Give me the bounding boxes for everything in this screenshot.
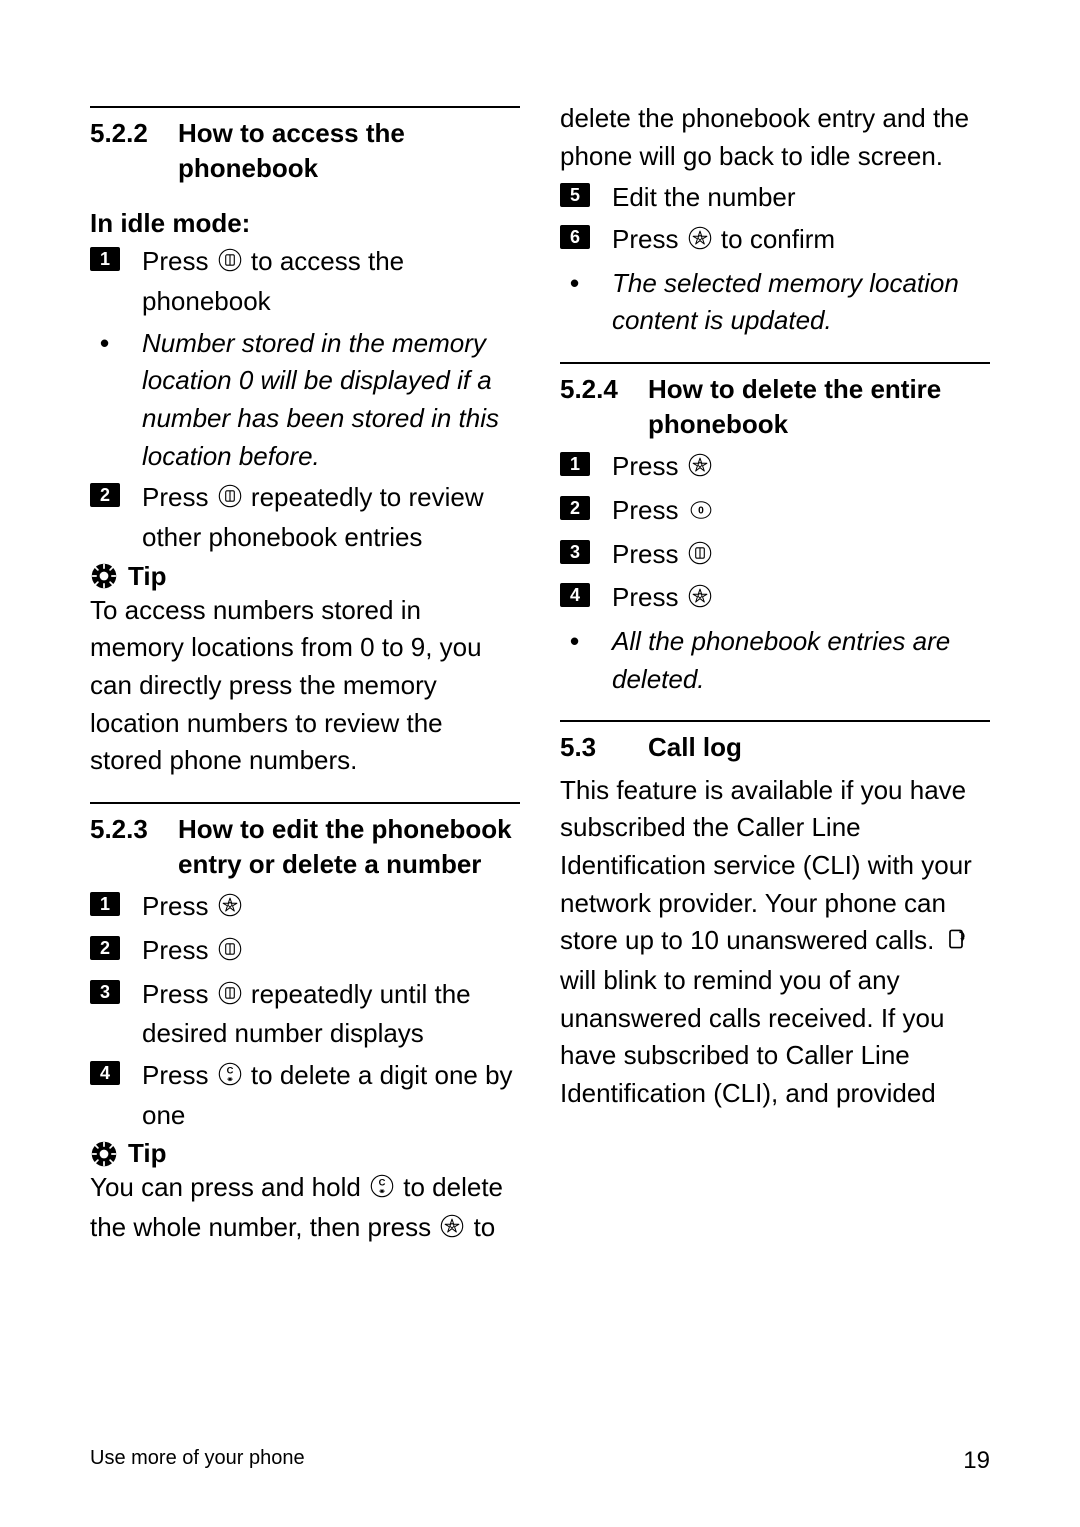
step-6: 6 Press to confirm [560,221,990,261]
step-5: 5 Edit the number [560,179,990,217]
section-rule [90,802,520,804]
step-badge: 4 [560,583,590,607]
note-text: Number stored in the memory location 0 w… [142,328,499,471]
step-2: 2 Press [560,492,990,532]
step-text: Press [142,246,216,276]
step-text: Press [142,482,216,512]
subhead-idle-mode: In idle mode: [90,208,520,239]
step-badge: 6 [560,225,590,249]
step-badge: 5 [560,183,590,207]
clear-key-icon [370,1171,394,1209]
heading-number: 5.2.3 [90,812,178,882]
phonebook-key-icon [218,978,242,1016]
body-text: This feature is available if you have su… [560,775,972,956]
tip-heading: Tip [90,1138,520,1169]
heading-5-2-4: 5.2.4 How to delete the entire phonebook [560,372,990,442]
step-3: 3 Press [560,536,990,576]
section-rule [560,720,990,722]
step-badge: 2 [560,496,590,520]
step-2: 2 Press [90,932,520,972]
note-text: All the phonebook entries are deleted. [612,626,950,694]
call-log-icon [944,924,968,962]
step-text: Press [612,582,686,612]
step-text: Press [142,979,216,1009]
phonebook-key-icon [218,245,242,283]
phonebook-key-icon [688,538,712,576]
bullet-icon: • [100,325,109,363]
step-4: 4 Press [560,579,990,619]
clear-key-icon [218,1059,242,1097]
step-badge: 1 [90,892,120,916]
step-1: 1 Press to access the phonebook [90,243,520,320]
program-key-icon [688,223,712,261]
heading-number: 5.3 [560,730,648,765]
step-badge: 3 [90,980,120,1004]
program-key-icon [440,1211,464,1249]
heading-number: 5.2.2 [90,116,178,186]
footer-left: Use more of your phone [90,1447,305,1475]
section-rule [560,362,990,364]
tip-label: Tip [128,561,167,592]
body-text: will blink to remind you of any unanswer… [560,965,944,1108]
phonebook-key-icon [218,934,242,972]
heading-title: How to access the phonebook [178,116,520,186]
step-text: Press [612,495,686,525]
bullet-note: • Number stored in the memory location 0… [90,325,520,476]
tip-icon [90,1140,118,1168]
step-badge: 1 [560,452,590,476]
heading-title: How to edit the phonebook entry or delet… [178,812,520,882]
note-text: The selected memory location content is … [612,268,959,336]
step-text: Edit the number [612,182,796,212]
phonebook-key-icon [218,481,242,519]
tip-heading: Tip [90,561,520,592]
step-1: 1 Press [560,448,990,488]
heading-5-2-2: 5.2.2 How to access the phonebook [90,116,520,186]
heading-5-2-3: 5.2.3 How to edit the phonebook entry or… [90,812,520,882]
step-text: Press [612,539,686,569]
step-badge: 4 [90,1061,120,1085]
heading-number: 5.2.4 [560,372,648,442]
page-number: 19 [963,1447,990,1475]
heading-title: Call log [648,730,990,765]
heading-title: How to delete the entire phonebook [648,372,990,442]
program-key-icon [688,581,712,619]
page-footer: Use more of your phone 19 [0,1447,1080,1475]
step-4: 4 Press to delete a digit one by one [90,1057,520,1134]
step-text: Press [612,224,686,254]
tip-label: Tip [128,1138,167,1169]
step-badge: 1 [90,247,120,271]
step-text: to confirm [721,224,835,254]
bullet-icon: • [570,623,579,661]
step-text: Press [142,935,216,965]
step-text: Press [612,451,686,481]
section-body: This feature is available if you have su… [560,772,990,1113]
step-badge: 3 [560,540,590,564]
zero-key-icon [688,494,714,532]
tip-body: To access numbers stored in memory locat… [90,592,520,780]
bullet-note: • The selected memory location content i… [560,265,990,340]
program-key-icon [218,890,242,928]
step-2: 2 Press repeatedly to review other phone… [90,479,520,556]
bullet-note: • All the phonebook entries are deleted. [560,623,990,698]
heading-5-3: 5.3 Call log [560,730,990,765]
step-text: Press [142,891,216,921]
tip-text: You can press and hold [90,1172,368,1202]
step-badge: 2 [90,936,120,960]
tip-icon [90,562,118,590]
step-badge: 2 [90,483,120,507]
program-key-icon [688,450,712,488]
step-1: 1 Press [90,888,520,928]
bullet-icon: • [570,265,579,303]
step-text: Press [142,1060,216,1090]
section-rule [90,106,520,108]
step-3: 3 Press repeatedly until the desired num… [90,976,520,1053]
